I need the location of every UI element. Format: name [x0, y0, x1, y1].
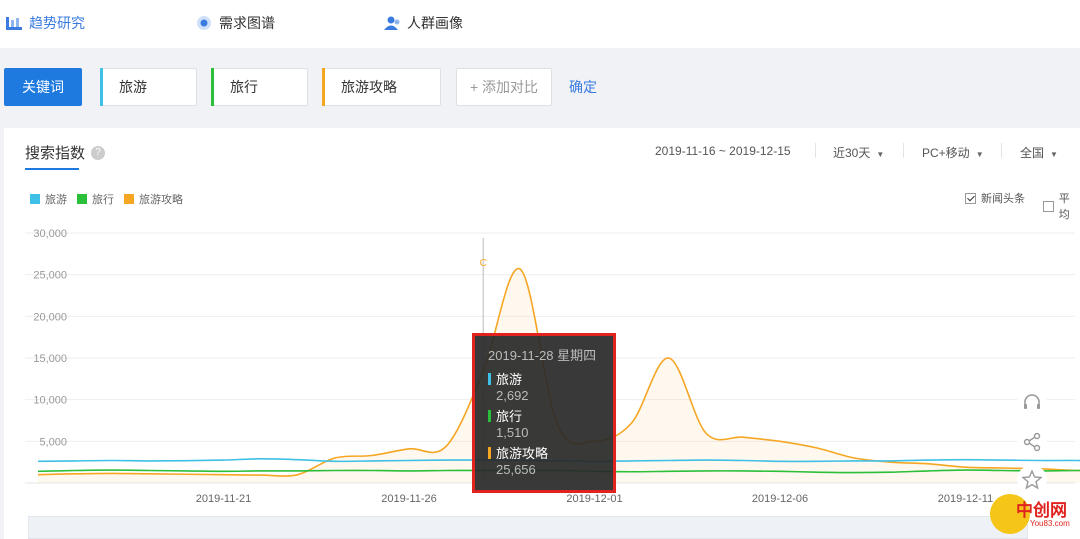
- tooltip-row: 旅游: [488, 369, 613, 388]
- y-tick-label: 30,000: [33, 228, 67, 240]
- bottom-panel: [28, 516, 1028, 539]
- tooltip-date: 2019-11-28 星期四: [488, 348, 597, 363]
- tooltip-series-name: 旅行: [496, 409, 523, 424]
- peak-marker-label: C: [480, 258, 487, 269]
- x-tick-label: 2019-11-21: [196, 493, 251, 505]
- watermark-text: 中创网: [1016, 501, 1067, 521]
- y-tick-label: 10,000: [33, 395, 67, 407]
- x-tick-label: 2019-11-26: [381, 493, 436, 505]
- tooltip-value: 2,692: [496, 388, 529, 403]
- x-tick-label: 2019-12-06: [752, 493, 808, 505]
- tooltip-value: 25,656: [496, 462, 536, 477]
- chart-tooltip: 2019-11-28 星期四 旅游 2,692 旅行 1,510 旅游攻略 25…: [472, 333, 616, 493]
- tooltip-marker: [488, 409, 491, 422]
- y-tick-label: 5,000: [39, 436, 67, 448]
- tooltip-series-name: 旅游: [496, 372, 523, 387]
- tooltip-value: 1,510: [496, 425, 529, 440]
- y-tick-label: 20,000: [33, 311, 67, 323]
- tooltip-series-name: 旅游攻略: [496, 446, 549, 461]
- tooltip-row: 旅行: [488, 406, 613, 425]
- share-icon[interactable]: [1017, 427, 1047, 457]
- y-tick-label: 25,000: [33, 270, 67, 282]
- watermark-sub: You83.com: [1030, 519, 1070, 528]
- site-watermark-logo: 中创网 You83.com: [990, 490, 1076, 536]
- headset-icon[interactable]: [1017, 388, 1047, 418]
- y-tick-label: 15,000: [33, 353, 67, 365]
- tooltip-marker: [488, 372, 491, 385]
- tooltip-marker: [488, 446, 491, 459]
- tooltip-row: 旅游攻略: [488, 443, 613, 462]
- x-tick-label: 2019-12-01: [566, 493, 622, 505]
- x-tick-label: 2019-12-11: [938, 493, 993, 505]
